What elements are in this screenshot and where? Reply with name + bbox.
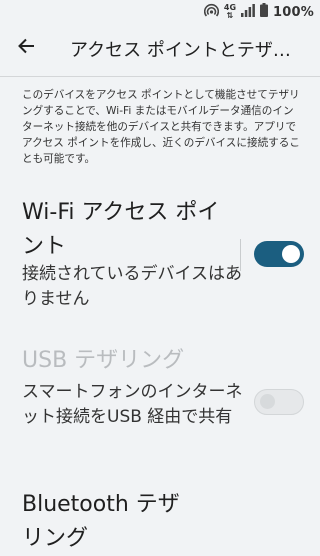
network-type-indicator: 4G ⇅ <box>224 4 236 20</box>
data-activity-arrows: ⇅ <box>226 11 234 20</box>
usb-tethering-preference[interactable]: USB テザリング スマートフォンのインターネット接続をUSB 経由で共有 <box>0 340 320 470</box>
wifi-hotspot-preference[interactable]: Wi-Fi アクセス ポイント 接続されているデバイスはありません <box>0 192 320 322</box>
wifi-hotspot-toggle[interactable] <box>254 241 304 267</box>
battery-icon <box>260 3 269 21</box>
bluetooth-tethering-preference[interactable]: Bluetooth テザリング <box>0 486 320 551</box>
wifi-hotspot-title: Wi-Fi アクセス ポイント <box>22 200 220 259</box>
toggle-thumb <box>260 394 275 409</box>
signal-icon <box>241 3 255 21</box>
wifi-hotspot-summary: 接続されているデバイスはありません <box>22 264 242 309</box>
page-description: このデバイスをアクセス ポイントとして機能させてテザリングすることで、Wi-Fi… <box>22 89 300 165</box>
arrow-back-icon <box>17 37 35 59</box>
hotspot-icon <box>203 3 219 21</box>
bluetooth-tethering-title: Bluetooth テザリング <box>22 492 180 551</box>
vertical-separator <box>240 239 241 271</box>
back-button[interactable] <box>12 34 40 62</box>
battery-level: 100% <box>273 4 314 20</box>
usb-tethering-toggle[interactable] <box>254 389 304 415</box>
toggle-thumb <box>282 245 300 263</box>
status-icons: 4G ⇅ 100% <box>203 3 314 21</box>
usb-tethering-summary: スマートフォンのインターネット接続をUSB 経由で共有 <box>22 382 243 427</box>
app-bar: アクセス ポイントとテザリング <box>0 24 320 72</box>
usb-tethering-title: USB テザリング <box>22 348 185 373</box>
page-title: アクセス ポイントとテザリング <box>70 40 302 61</box>
status-bar: 4G ⇅ 100% <box>0 0 320 24</box>
